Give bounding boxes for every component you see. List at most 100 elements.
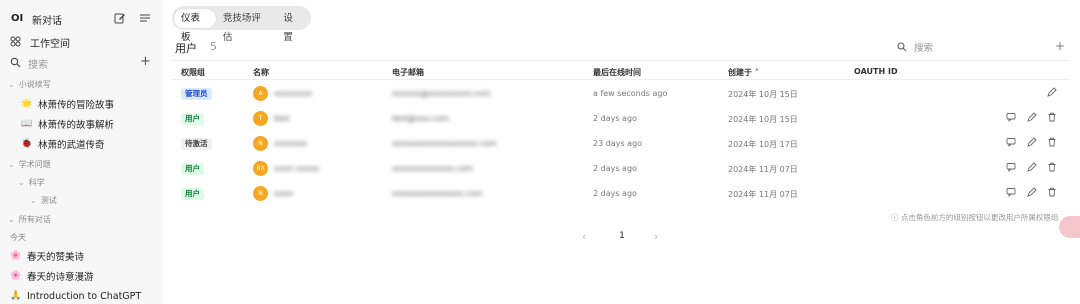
chat-title: 林萧传的冒险故事 — [38, 100, 115, 111]
role-badge[interactable]: 用户 — [181, 113, 204, 125]
chevron-down-icon: ⌄ — [8, 215, 15, 224]
edit-icon[interactable] — [1027, 162, 1037, 172]
chat-title: 林萧传的故事解析 — [38, 120, 115, 131]
role-badge[interactable]: 管理员 — [181, 88, 212, 100]
user-count: 5 — [210, 40, 217, 53]
user-email: test@xxx.com — [392, 114, 450, 123]
col-email[interactable]: 电子邮箱 — [392, 67, 424, 78]
new-chat-label[interactable]: 新对话 — [32, 12, 62, 27]
compose-icon[interactable] — [114, 12, 126, 24]
role-badge[interactable]: 待激活 — [181, 138, 212, 150]
folder-academic[interactable]: ⌄ 学术问题 — [8, 159, 51, 170]
chat-title: 林萧的武道传奇 — [38, 140, 105, 151]
add-folder-button[interactable]: + — [140, 54, 151, 69]
last-active: a few seconds ago — [593, 89, 668, 98]
chat-icon[interactable] — [1006, 187, 1016, 197]
user-email: xxxxxxxxxxxxxxxxxx.com — [392, 139, 497, 148]
col-oauth[interactable]: OAUTH ID — [854, 67, 898, 76]
search-icon — [10, 57, 21, 68]
prev-page-button[interactable]: ‹ — [582, 230, 586, 243]
trash-icon[interactable] — [1047, 187, 1057, 197]
sidebar: OI 新对话 工作空间 搜索 + ⌄ 小说续写 🌟 林萧传的冒险故事 📖 林萧传的故事… — [0, 0, 163, 304]
col-role[interactable]: 权限组 — [181, 67, 205, 78]
avatar: T — [253, 111, 268, 126]
chat-emoji: 🙏 — [10, 291, 22, 301]
col-created[interactable]: 创建于 ˄ — [728, 67, 759, 78]
table-row: 管理员 A xxxxxxxx xxxxxx@xxxxxxxxx.com a fe… — [172, 81, 1070, 106]
avatar: BX — [253, 161, 268, 176]
role-badge[interactable]: 用户 — [181, 163, 204, 175]
workspace-icon — [10, 36, 21, 47]
folder-all-chats[interactable]: ⌄ 所有对话 — [8, 214, 51, 225]
chevron-down-icon: ⌄ — [30, 196, 37, 205]
table-row: 用户 N xxxx xxxxxxxxxxxxxxx.com 2 days ago… — [172, 181, 1070, 206]
edit-icon[interactable] — [1027, 112, 1037, 122]
user-name: test — [274, 114, 290, 123]
menu-icon[interactable] — [139, 12, 151, 24]
chat-item[interactable]: 🌸 春天的诗意漫游 — [0, 266, 163, 286]
chat-item[interactable]: 📖 林萧传的故事解析 — [0, 114, 163, 134]
table-row: 用户 BX xxxx xxxxx xxxxxxxxxxxxx.com 2 day… — [172, 156, 1070, 181]
col-last-active[interactable]: 最后在线时间 — [593, 67, 641, 78]
chat-emoji: 🌟 — [21, 99, 33, 109]
user-name: xxxx — [274, 189, 293, 198]
role-hint: ⓘ 点击角色前方的组别按钮以更改用户所属权限组 — [891, 213, 1059, 222]
avatar: A — [253, 86, 268, 101]
created-at: 2024年 10月 15日 — [728, 90, 798, 99]
created-at: 2024年 10月 17日 — [728, 140, 798, 149]
chevron-down-icon: ⌄ — [8, 160, 15, 169]
avatar: N — [253, 136, 268, 151]
chat-icon[interactable] — [1006, 162, 1016, 172]
table-row: 待激活 N xxxxxxx xxxxxxxxxxxxxxxxxx.com 23 … — [172, 131, 1070, 156]
chat-item[interactable]: 🙏 Introduction to ChatGPT — [0, 286, 163, 304]
folder-test[interactable]: ⌄ 测试 — [30, 195, 57, 206]
table-header: 权限组 名称 电子邮箱 最后在线时间 创建于 ˄ OAUTH ID — [172, 60, 1070, 80]
tab-dashboard[interactable]: 仪表板 — [174, 8, 216, 43]
created-at: 2024年 11月 07日 — [728, 165, 798, 174]
table-row: 用户 T test test@xxx.com 2 days ago 2024年 … — [172, 106, 1070, 131]
add-user-button[interactable]: + — [1055, 39, 1065, 53]
search-icon — [897, 42, 907, 52]
created-at: 2024年 11月 07日 — [728, 190, 798, 199]
user-search-input[interactable]: 搜索 — [914, 40, 933, 54]
chat-icon[interactable] — [1006, 137, 1016, 147]
chat-icon[interactable] — [1006, 112, 1016, 122]
tab-settings[interactable]: 设置 — [276, 9, 309, 43]
chat-item[interactable]: 🌟 林萧传的冒险故事 — [0, 94, 163, 114]
avatar: N — [253, 186, 268, 201]
chevron-down-icon: ⌄ — [8, 80, 15, 89]
section-today: 今天 — [10, 233, 26, 242]
last-active: 23 days ago — [593, 139, 643, 148]
chat-title: 春天的诗意漫游 — [27, 272, 94, 283]
admin-tabs: 仪表板 竞技场评估 设置 — [172, 6, 311, 43]
user-email: xxxxxxxxxxxxx.com — [392, 164, 474, 173]
chat-item[interactable]: 🐞 林萧的武道传奇 — [0, 134, 163, 154]
floating-assistant-button[interactable] — [1059, 216, 1080, 238]
user-name: xxxxxxx — [274, 139, 308, 148]
user-name: xxxx xxxxx — [274, 164, 320, 173]
trash-icon[interactable] — [1047, 162, 1057, 172]
chat-title: Introduction to ChatGPT — [27, 290, 142, 302]
edit-icon[interactable] — [1027, 137, 1037, 147]
chat-item[interactable]: 🌸 春天的赞美诗 — [0, 246, 163, 266]
last-active: 2 days ago — [593, 114, 637, 123]
trash-icon[interactable] — [1047, 137, 1057, 147]
edit-icon[interactable] — [1047, 87, 1057, 97]
chat-emoji: 📖 — [21, 119, 33, 129]
trash-icon[interactable] — [1047, 112, 1057, 122]
app-logo[interactable]: OI — [11, 13, 23, 24]
chat-title: 春天的赞美诗 — [27, 252, 85, 263]
col-name[interactable]: 名称 — [253, 67, 269, 78]
chat-emoji: 🌸 — [10, 271, 22, 281]
next-page-button[interactable]: › — [654, 230, 658, 243]
tab-arena-eval[interactable]: 竞技场评估 — [216, 9, 277, 43]
page-number[interactable]: 1 — [612, 227, 632, 245]
folder-science[interactable]: ⌄ 科学 — [18, 177, 45, 188]
chevron-down-icon: ⌄ — [18, 178, 25, 187]
role-badge[interactable]: 用户 — [181, 188, 204, 200]
sidebar-search-input[interactable]: 搜索 — [28, 56, 48, 71]
user-email: xxxxxx@xxxxxxxxx.com — [392, 89, 491, 98]
edit-icon[interactable] — [1027, 187, 1037, 197]
folder-novel[interactable]: ⌄ 小说续写 — [8, 79, 51, 90]
workspace-link[interactable]: 工作空间 — [30, 35, 70, 50]
